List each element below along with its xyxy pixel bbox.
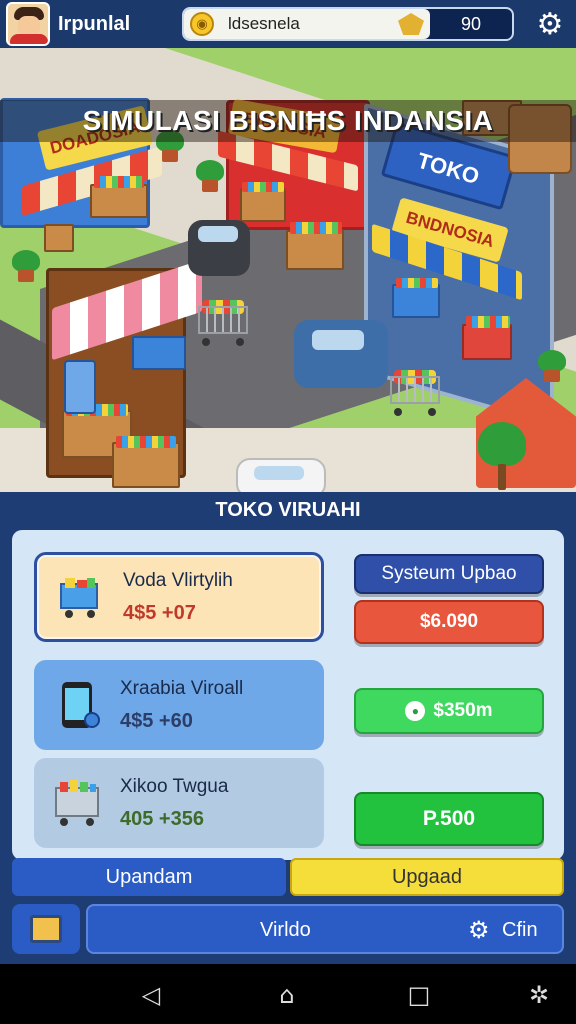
shop-left-crate-2: [44, 224, 74, 252]
tab-upgrade[interactable]: Upgaad: [290, 858, 564, 896]
shop-center-goods-2: [290, 222, 342, 234]
store-item-3-name: Xikoo Twgua: [120, 775, 229, 797]
buy-button-2-label: $350m: [433, 700, 493, 721]
item-3-svg: [55, 780, 99, 826]
tree-trunk: [498, 464, 506, 490]
panel-title: TOKO VIRUAHI: [215, 499, 361, 521]
shop-right-crate: [392, 284, 440, 318]
top-hud: Irpunlal ◉ ldsesnela 90 ⚙: [0, 0, 576, 48]
car-blue: [294, 320, 388, 388]
plant-4-pot: [544, 370, 560, 382]
plant-4: [538, 338, 566, 382]
shop-center-crate-2: [286, 230, 344, 270]
buy-button-2[interactable]: ● $350m: [354, 688, 544, 734]
system-nav-bar: ◁ ⌂ □ ✲: [0, 964, 576, 1024]
store-item-2-price: 4$5 +60: [120, 709, 193, 732]
buy-button-1[interactable]: $6.090: [354, 600, 544, 644]
cart-2-basket: [390, 376, 440, 404]
shop-left-goods: [94, 176, 144, 188]
car-white-window: [254, 466, 304, 480]
main-action-label: Virldo: [260, 919, 311, 941]
smartphone-icon: [50, 678, 104, 732]
item-2-svg: [62, 682, 100, 728]
panel-body: Voda Vlirtylih 4$5 +07 Xraabia Viroall 4…: [12, 530, 564, 860]
plant-3: [196, 148, 224, 192]
shop-right-crate-2: [462, 324, 512, 360]
coin-icon: ◉: [190, 12, 214, 36]
car-gray-window: [198, 226, 238, 242]
store-item-3[interactable]: Xikoo Twgua 405 +356: [34, 758, 324, 848]
shop-right-goods: [396, 278, 438, 288]
shopping-cart-2: [386, 368, 444, 418]
currency-count: 90: [460, 13, 482, 34]
main-action-button[interactable]: Virldo ⚙ Cfin: [86, 904, 564, 954]
tab-upandam[interactable]: Upandam: [12, 858, 286, 896]
player-name: Irpunlal: [58, 12, 131, 35]
shop-center-crate: [240, 188, 286, 222]
shop-left-crate: [90, 184, 148, 218]
assist-icon[interactable]: ✲: [524, 980, 554, 1010]
store-item-1-name: Voda Vlirtylih: [123, 569, 233, 591]
plant-1: [12, 238, 40, 282]
currency-bar[interactable]: ◉ ldsesnela 90: [182, 7, 514, 41]
car-white: [236, 458, 326, 492]
store-item-3-text: Xikoo Twgua 405 +356: [120, 776, 228, 831]
back-icon[interactable]: ◁: [136, 980, 166, 1010]
cart-2-wheel-right: [428, 408, 436, 416]
avatar-face: [18, 16, 40, 36]
plant-2-pot: [162, 150, 178, 162]
gem-icon: [398, 13, 424, 35]
home-icon[interactable]: ⌂: [272, 980, 302, 1010]
plant-3-pot: [202, 180, 218, 192]
store-panel: TOKO VIRUAHI Voda Vlirtylih 4$5 +07 Xraa…: [0, 492, 576, 964]
cart-1-wheel-left: [202, 338, 210, 346]
city-scene: DOADOSIA BIDAOSIA TOKO BNDNOSIA SIMULASI…: [0, 48, 576, 492]
stall-pink-shelf: [132, 336, 186, 370]
coin-circle-icon: ●: [405, 701, 426, 721]
shopping-cart-icon: [50, 776, 104, 830]
game-screen: Irpunlal ◉ ldsesnela 90 ⚙ DOADOSIA BIDAO…: [0, 0, 576, 1024]
player-avatar[interactable]: [6, 2, 50, 46]
plant-1-leaf: [12, 250, 40, 272]
store-item-1[interactable]: Voda Vlirtylih 4$5 +07: [34, 552, 324, 642]
store-item-3-price: 405 +356: [120, 807, 204, 830]
item-1-svg: [60, 578, 98, 618]
bottom-action-bar: Virldo ⚙ Cfin: [12, 904, 564, 956]
cart-2-wheel-left: [394, 408, 402, 416]
scene-title: SIMULASI BISNIĦS INDANSIA: [0, 100, 576, 142]
car-gray: [188, 220, 250, 276]
store-item-2[interactable]: Xraabia Viroall 4$5 +60: [34, 660, 324, 750]
shop-center-goods: [242, 182, 284, 192]
store-item-2-text: Xraabia Viroall 4$5 +60: [120, 678, 243, 733]
cart-1-basket: [198, 306, 248, 334]
currency-label: ldsesnela: [228, 14, 300, 33]
plant-3-leaf: [196, 160, 224, 182]
plant-4-leaf: [538, 350, 566, 372]
store-item-2-name: Xraabia Viroall: [120, 677, 244, 699]
car-blue-window: [312, 330, 364, 350]
tree-leaf: [478, 422, 526, 466]
settings-label: Cfin: [502, 919, 538, 941]
currency-bar-inner: ◉ ldsesnela: [184, 9, 430, 39]
store-item-1-text: Voda Vlirtylih 4$5 +07: [123, 570, 233, 625]
stall-pink-goods-2: [116, 436, 176, 448]
shopping-cart-1: [194, 298, 252, 348]
stall-pink-crate-2: [112, 442, 180, 488]
cart-1-wheel-right: [236, 338, 244, 346]
avatar-shirt: [10, 34, 48, 44]
folder-icon: [30, 915, 62, 943]
stall-pink-banner: [64, 360, 96, 414]
system-upgrade-button[interactable]: Systeum Upbao: [354, 554, 544, 594]
shopping-cart-icon: [53, 570, 107, 624]
folder-button[interactable]: [12, 904, 80, 954]
tree-bottom-right: [478, 420, 526, 490]
shop-right-goods-2: [466, 316, 510, 328]
buy-button-3[interactable]: P.500: [354, 792, 544, 846]
plant-1-pot: [18, 270, 34, 282]
store-item-1-price: 4$5 +07: [123, 601, 196, 624]
gear-icon: ⚙: [468, 917, 490, 944]
recents-icon[interactable]: □: [404, 980, 434, 1010]
settings-gear-icon[interactable]: ⚙: [532, 6, 568, 42]
